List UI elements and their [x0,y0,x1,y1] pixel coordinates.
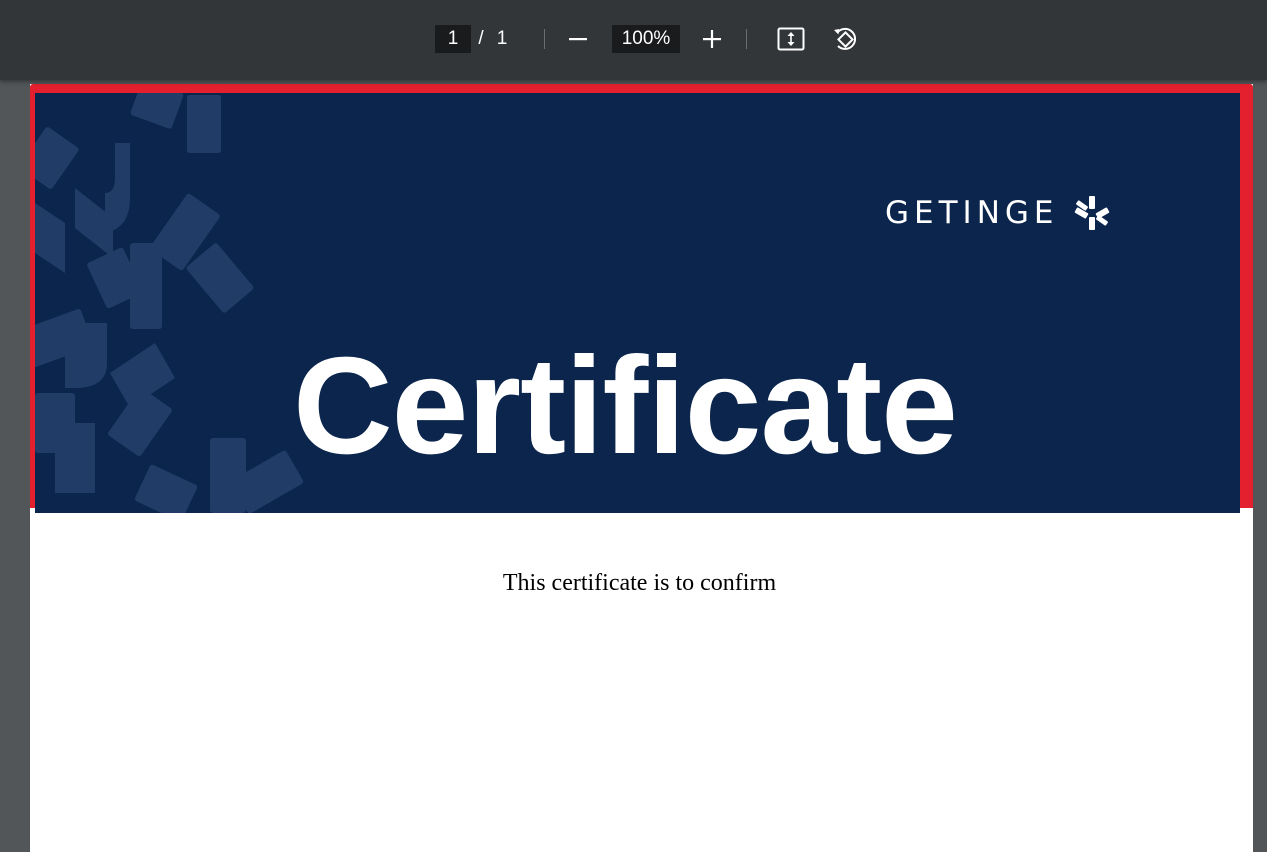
rotate-button[interactable] [829,23,861,55]
pdf-toolbar: 1 / 1 100% [0,0,1267,80]
brand-name: GETINGE [885,195,1059,231]
rotate-icon [834,27,857,50]
pdf-page: GETINGE Certificate This certificate is … [30,84,1253,852]
plus-icon [703,30,721,48]
minus-icon [569,38,587,41]
chevron-pattern-graphic [35,93,304,513]
toolbar-divider [544,29,545,49]
confirmation-statement: This certificate is to confirm [502,570,777,596]
pdf-viewer-area[interactable]: GETINGE Certificate This certificate is … [0,80,1267,852]
zoom-out-button[interactable] [562,23,594,55]
getinge-logo: GETINGE [885,193,1111,233]
current-page-input[interactable]: 1 [435,25,471,53]
getinge-logo-mark-icon [1074,196,1109,230]
certificate-title: Certificate [293,329,958,483]
toolbar-divider [746,29,747,49]
page-separator: / [478,28,484,49]
fit-to-page-icon [777,27,805,51]
zoom-level-input[interactable]: 100% [612,25,680,53]
zoom-in-button[interactable] [696,23,728,55]
certificate-banner: GETINGE Certificate [35,93,1240,513]
total-pages: 1 [496,28,508,49]
fit-to-page-button[interactable] [775,23,807,55]
